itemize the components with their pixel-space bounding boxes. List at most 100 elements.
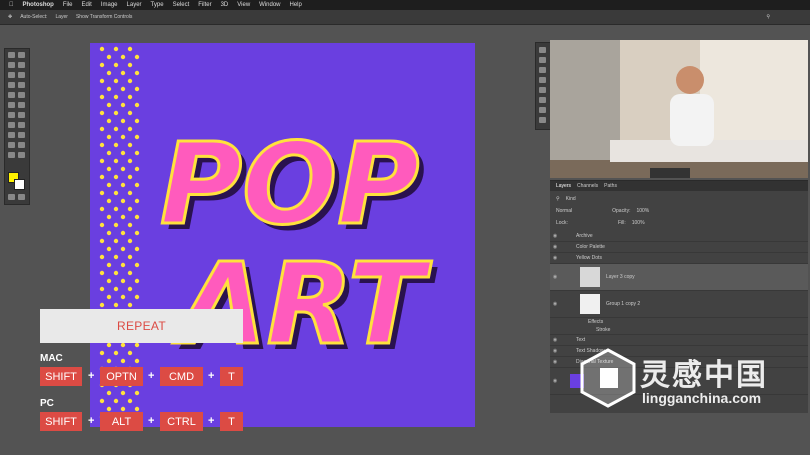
dodge-tool-icon[interactable] [8,122,15,128]
pattern-dot [106,358,112,364]
stamp-tool-icon[interactable] [18,92,25,98]
frame-tool-icon[interactable] [18,72,25,78]
tab-channels[interactable]: Channels [577,183,598,189]
menu-window[interactable]: Window [259,2,280,8]
filter-kind-dropdown[interactable]: Kind [566,196,576,202]
pattern-dot [113,206,119,212]
adjustments-panel-icon[interactable] [539,67,546,73]
pattern-dot [99,270,105,276]
layer-row[interactable]: ◉ Yellow Dots [550,253,808,264]
history-panel-icon[interactable] [539,47,546,53]
pattern-dot [99,94,105,100]
visibility-eye-icon[interactable]: ◉ [550,233,560,239]
styles-panel-icon[interactable] [539,117,546,123]
visibility-eye-icon[interactable]: ◉ [550,274,560,280]
menu-view[interactable]: View [237,2,250,8]
hand-tool-icon[interactable] [18,142,25,148]
more-tools-icon[interactable] [18,152,25,158]
pattern-dot [127,286,133,292]
pattern-dot [120,230,126,236]
search-icon[interactable]: ⚲ [766,14,770,20]
layer-row[interactable]: ◉ Group 1 copy 2 [550,291,808,318]
libraries-panel-icon[interactable] [539,77,546,83]
move-tool-icon[interactable] [8,52,15,58]
menu-type[interactable]: Type [151,2,164,8]
layer-thumbnail [580,267,600,287]
layer-name: Text [576,337,586,343]
tab-paths[interactable]: Paths [604,183,617,189]
type-tool-icon[interactable] [8,132,15,138]
history-brush-icon[interactable] [8,102,15,108]
fill-field[interactable]: 100% [632,220,645,226]
menu-edit[interactable]: Edit [82,2,92,8]
layer-row[interactable]: ◉ Color Palette [550,242,808,253]
menu-select[interactable]: Select [173,2,190,8]
path-select-icon[interactable] [18,132,25,138]
visibility-eye-icon[interactable]: ◉ [550,244,560,250]
menu-3d[interactable]: 3D [221,2,229,8]
background-color-swatch[interactable] [14,179,25,190]
character-panel-icon[interactable] [539,87,546,93]
pattern-dot [134,358,140,364]
visibility-eye-icon[interactable]: ◉ [550,359,560,365]
visibility-eye-icon[interactable]: ◉ [550,378,560,384]
eyedropper-icon[interactable] [8,82,15,88]
tab-layers[interactable]: Layers [556,183,571,189]
menu-app[interactable]: Photoshop [23,2,54,8]
eraser-tool-icon[interactable] [18,102,25,108]
visibility-eye-icon[interactable]: ◉ [550,301,560,307]
shape-tool-icon[interactable] [8,142,15,148]
healing-brush-icon[interactable] [18,82,25,88]
fill-label: Fill: [617,220,626,226]
lasso-tool-icon[interactable] [8,62,15,68]
pattern-dot [113,126,119,132]
quick-mask-icon[interactable] [8,194,15,200]
plus-sign: + [88,370,95,382]
menu-help[interactable]: Help [290,2,302,8]
pattern-dot [127,142,133,148]
menu-file[interactable]: File [63,2,73,8]
visibility-eye-icon[interactable]: ◉ [550,255,560,261]
pattern-dot [106,150,112,156]
apple-icon[interactable]:  [9,2,14,8]
mac-cmd-key: CMD [160,367,203,386]
pen-tool-icon[interactable] [18,122,25,128]
move-tool-icon[interactable]: ✥ [8,14,12,20]
pattern-dot [134,182,140,188]
pattern-dot [134,54,140,60]
menu-image[interactable]: Image [101,2,118,8]
menu-layer[interactable]: Layer [127,2,142,8]
marquee-tool-icon[interactable] [18,52,25,58]
pattern-dot [106,102,112,108]
blend-mode-dropdown[interactable]: Normal [556,208,572,214]
pattern-dot [127,46,133,52]
visibility-eye-icon[interactable]: ◉ [550,337,560,343]
screen-mode-icon[interactable] [18,194,25,200]
filter-search-icon[interactable]: ⚲ [556,196,560,202]
layer-row-selected[interactable]: ◉ Layer 3 copy [550,264,808,291]
pattern-dot [127,270,133,276]
show-transform-checkbox[interactable]: Show Transform Controls [76,14,132,20]
visibility-eye-icon[interactable]: ◉ [550,348,560,354]
menu-filter[interactable]: Filter [198,2,211,8]
opacity-field[interactable]: 100% [636,208,649,214]
properties-panel-icon[interactable] [539,57,546,63]
layer-row[interactable]: ◉ Text [550,335,808,346]
pattern-dot [120,246,126,252]
glyphs-panel-icon[interactable] [539,107,546,113]
auto-select-checkbox[interactable]: Auto-Select: [20,14,47,20]
magic-wand-icon[interactable] [18,62,25,68]
mac-optn-key: OPTN [100,367,143,386]
pattern-dot [99,222,105,228]
zoom-tool-icon[interactable] [8,152,15,158]
auto-select-dropdown[interactable]: Layer [55,14,68,20]
gradient-tool-icon[interactable] [8,112,15,118]
layer-row[interactable]: ◉ Archive [550,231,808,242]
crop-tool-icon[interactable] [8,72,15,78]
blur-tool-icon[interactable] [18,112,25,118]
pattern-dot [127,302,133,308]
paragraph-panel-icon[interactable] [539,97,546,103]
brush-tool-icon[interactable] [8,92,15,98]
pattern-dot [120,390,126,396]
pattern-dot [120,134,126,140]
